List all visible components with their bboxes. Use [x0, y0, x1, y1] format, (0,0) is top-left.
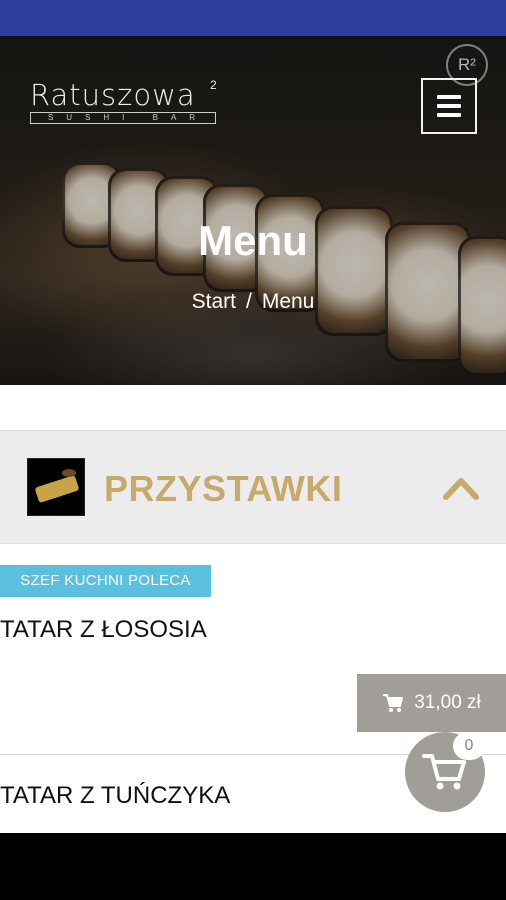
logo-superscript: 2	[210, 78, 217, 92]
menu-button[interactable]	[421, 78, 477, 134]
add-to-cart-button[interactable]: 31,00 zł	[357, 674, 506, 732]
system-nav-bar	[0, 833, 506, 900]
chef-recommends-badge: SZEF KUCHNI POLECA	[0, 565, 211, 597]
breadcrumb: Start / Menu	[0, 290, 506, 314]
category-header-przystawki[interactable]: PRZYSTAWKI	[0, 430, 506, 544]
cart-icon	[383, 694, 404, 712]
status-bar	[0, 0, 506, 36]
price-label: 31,00 zł	[414, 692, 481, 713]
breadcrumb-start-link[interactable]: Start	[192, 290, 236, 313]
page-title: Menu	[198, 217, 308, 264]
category-thumbnail	[27, 458, 85, 516]
breadcrumb-separator: /	[245, 290, 252, 313]
menu-item-name[interactable]: TATAR Z ŁOSOSIA	[0, 616, 207, 644]
hamburger-icon	[437, 95, 461, 99]
logo-text: Ratuszowa	[30, 78, 196, 112]
cart-count-badge: 0	[453, 732, 485, 760]
breadcrumb-current: Menu	[261, 290, 315, 313]
site-logo[interactable]: Ratuszowa 2 SUSHI BAR	[30, 78, 220, 128]
menu-item-name[interactable]: TATAR Z TUŃCZYKA	[0, 782, 230, 810]
logo-subtitle: SUSHI BAR	[30, 112, 216, 124]
chevron-up-icon[interactable]	[443, 473, 479, 503]
category-title: PRZYSTAWKI	[104, 468, 343, 509]
